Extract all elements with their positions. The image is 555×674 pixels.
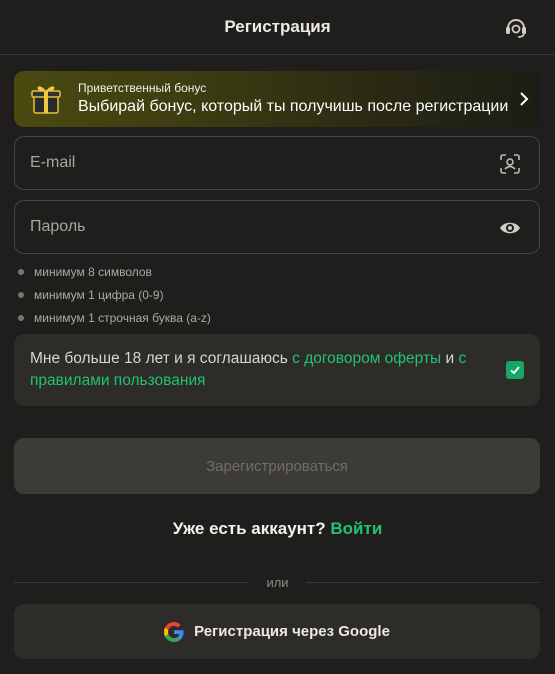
welcome-bonus-banner[interactable]: Приветственный бонус Выбирай бонус, кото… xyxy=(14,71,540,127)
password-placeholder: Пароль xyxy=(30,218,86,235)
bullet-icon xyxy=(18,292,24,298)
password-rule: минимум 8 символов xyxy=(18,265,152,279)
bonus-text: Выбирай бонус, который ты получишь после… xyxy=(78,98,509,115)
google-signup-button[interactable]: Регистрация через Google xyxy=(14,604,540,659)
chevron-right-icon xyxy=(520,92,529,106)
google-signup-label: Регистрация через Google xyxy=(194,623,390,640)
register-button[interactable]: Зарегистрироваться xyxy=(14,438,540,494)
agreement-checkbox[interactable] xyxy=(506,361,524,379)
rule-text: минимум 1 цифра (0-9) xyxy=(34,288,164,302)
modal-header: Регистрация xyxy=(0,0,555,55)
login-prompt: Уже есть аккаунт? Войти xyxy=(0,519,555,539)
login-prompt-text: Уже есть аккаунт? xyxy=(172,519,326,538)
password-rule: минимум 1 цифра (0-9) xyxy=(18,288,164,302)
google-icon xyxy=(164,621,184,642)
page-title: Регистрация xyxy=(224,17,331,36)
headset-icon[interactable] xyxy=(503,14,529,40)
agreement-box: Мне больше 18 лет и я соглашаюсь с догов… xyxy=(14,334,540,406)
checkmark-icon xyxy=(510,366,520,375)
agreement-text-start: Мне больше 18 лет и я соглашаюсь xyxy=(30,350,293,367)
email-placeholder: E-mail xyxy=(30,154,76,171)
gift-icon xyxy=(31,86,61,114)
email-field[interactable]: E-mail xyxy=(14,136,540,190)
user-scan-icon xyxy=(500,154,520,174)
registration-modal: Регистрация Приветственный бонус Выбирай… xyxy=(0,0,555,674)
password-field[interactable]: Пароль xyxy=(14,200,540,254)
agreement-text: Мне больше 18 лет и я соглашаюсь с догов… xyxy=(30,348,500,392)
agreement-text-middle: и xyxy=(441,350,459,367)
bullet-icon xyxy=(18,315,24,321)
password-rule: минимум 1 строчная буква (a-z) xyxy=(18,311,211,325)
rule-text: минимум 1 строчная буква (a-z) xyxy=(34,311,211,325)
divider-line-right xyxy=(306,582,540,583)
rule-text: минимум 8 символов xyxy=(34,265,152,279)
bullet-icon xyxy=(18,269,24,275)
eye-icon[interactable] xyxy=(499,217,521,239)
offer-contract-link[interactable]: с договором оферты xyxy=(292,350,441,367)
bonus-label: Приветственный бонус xyxy=(78,81,207,95)
login-link[interactable]: Войти xyxy=(330,519,382,538)
